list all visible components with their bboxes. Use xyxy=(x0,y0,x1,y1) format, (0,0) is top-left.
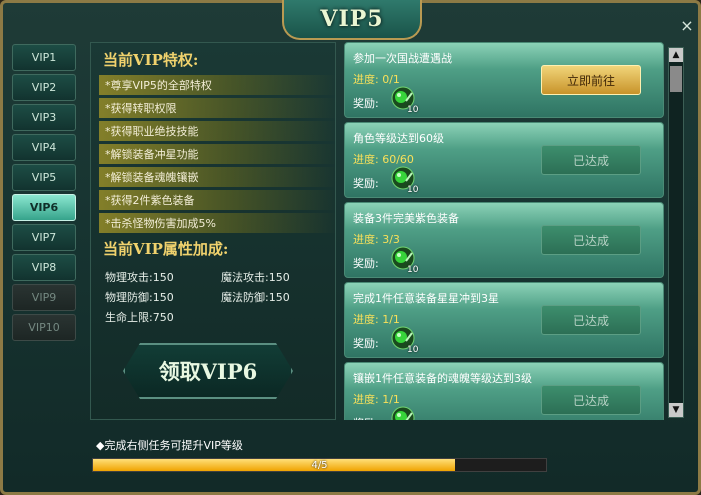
reward-count: 10 xyxy=(407,265,419,275)
task-reward-label: 奖励: xyxy=(353,177,379,190)
claim-vip-button[interactable]: 领取VIP6 xyxy=(123,343,293,399)
tab-vip5[interactable]: VIP5 xyxy=(12,164,76,191)
tab-vip1[interactable]: VIP1 xyxy=(12,44,76,71)
window-title: VIP5 xyxy=(282,0,422,40)
tab-vip2[interactable]: VIP2 xyxy=(12,74,76,101)
privilege-item: *获得2件紫色装备 xyxy=(99,190,337,210)
green-gem-icon[interactable] xyxy=(390,405,416,420)
tab-vip10[interactable]: VIP10 xyxy=(12,314,76,341)
task-reward-label: 奖励: xyxy=(353,337,379,350)
task-list: 参加一次国战遭遇战 进度: 0/1 奖励: 10 立即前往 角色等级达到60级 进度: 60… xyxy=(344,42,664,420)
completed-button: 已达成 xyxy=(541,385,641,415)
scroll-thumb[interactable] xyxy=(670,66,682,92)
attr-magic-def: 魔法防御:150 xyxy=(221,291,290,304)
scroll-down-icon[interactable]: ▼ xyxy=(669,403,683,417)
tab-vip3[interactable]: VIP3 xyxy=(12,104,76,131)
privilege-title: 当前VIP特权: xyxy=(103,51,199,69)
privilege-item: *获得转职权限 xyxy=(99,98,337,118)
tab-vip7[interactable]: VIP7 xyxy=(12,224,76,251)
attr-phys-atk: 物理攻击:150 xyxy=(105,271,174,284)
reward-count: 10 xyxy=(407,105,419,115)
privilege-item: *解锁装备冲星功能 xyxy=(99,144,337,164)
privilege-item: *击杀怪物伤害加成5% xyxy=(99,213,337,233)
attr-title: 当前VIP属性加成: xyxy=(103,240,229,258)
attr-hp-max: 生命上限:750 xyxy=(105,311,174,324)
attr-phys-def: 物理防御:150 xyxy=(105,291,174,304)
privilege-list: *尊享VIP5的全部特权 *获得转职权限 *获得职业绝技技能 *解锁装备冲星功能 *解锁… xyxy=(99,75,337,236)
upgrade-hint: ◆完成右侧任务可提升VIP等级 xyxy=(96,439,243,452)
privilege-item: *尊享VIP5的全部特权 xyxy=(99,75,337,95)
privilege-item: *获得职业绝技技能 xyxy=(99,121,337,141)
vip-tab-list: VIP1 VIP2 VIP3 VIP4 VIP5 VIP6 VIP7 VIP8 VIP9 VIP1… xyxy=(12,44,76,344)
close-icon[interactable]: × xyxy=(679,18,695,34)
completed-button: 已达成 xyxy=(541,225,641,255)
task-title: 装备3件完美紫色装备 xyxy=(353,212,459,225)
tab-vip9[interactable]: VIP9 xyxy=(12,284,76,311)
task-card: 完成1件任意装备星星冲到3星 进度: 1/1 奖励: 10 已达成 xyxy=(344,282,664,358)
task-title: 参加一次国战遭遇战 xyxy=(353,52,452,65)
task-title: 镶嵌1件任意装备的魂魄等级达到3级 xyxy=(353,372,532,385)
attr-magic-atk: 魔法攻击:150 xyxy=(221,271,290,284)
task-title: 角色等级达到60级 xyxy=(353,132,444,145)
completed-button: 已达成 xyxy=(541,145,641,175)
privilege-item: *解锁装备魂魄镶嵌 xyxy=(99,167,337,187)
completed-button: 已达成 xyxy=(541,305,641,335)
task-scrollbar[interactable]: ▲ ▼ xyxy=(668,47,684,418)
task-card: 角色等级达到60级 进度: 60/60 奖励: 10 已达成 xyxy=(344,122,664,198)
vip-progress-bar: 4/5 xyxy=(92,458,547,472)
task-reward-label: 奖励: xyxy=(353,257,379,270)
task-card: 镶嵌1件任意装备的魂魄等级达到3级进度: 1/1奖励:10已达成 xyxy=(344,362,664,420)
tab-vip8[interactable]: VIP8 xyxy=(12,254,76,281)
task-card: 装备3件完美紫色装备 进度: 3/3 奖励: 10 已达成 xyxy=(344,202,664,278)
task-reward-label: 奖励: xyxy=(353,415,379,420)
task-reward-label: 奖励: xyxy=(353,97,379,110)
tab-vip4[interactable]: VIP4 xyxy=(12,134,76,161)
privilege-panel: 当前VIP特权: *尊享VIP5的全部特权 *获得转职权限 *获得职业绝技技能 *解锁… xyxy=(90,42,337,420)
reward-count: 10 xyxy=(407,345,419,355)
reward-count: 10 xyxy=(407,185,419,195)
task-title: 完成1件任意装备星星冲到3星 xyxy=(353,292,499,305)
vip-progress-text: 4/5 xyxy=(311,459,328,471)
go-now-button[interactable]: 立即前往 xyxy=(541,65,641,95)
scroll-up-icon[interactable]: ▲ xyxy=(669,48,683,62)
tab-vip6[interactable]: VIP6 xyxy=(12,194,76,221)
task-card: 参加一次国战遭遇战 进度: 0/1 奖励: 10 立即前往 xyxy=(344,42,664,118)
